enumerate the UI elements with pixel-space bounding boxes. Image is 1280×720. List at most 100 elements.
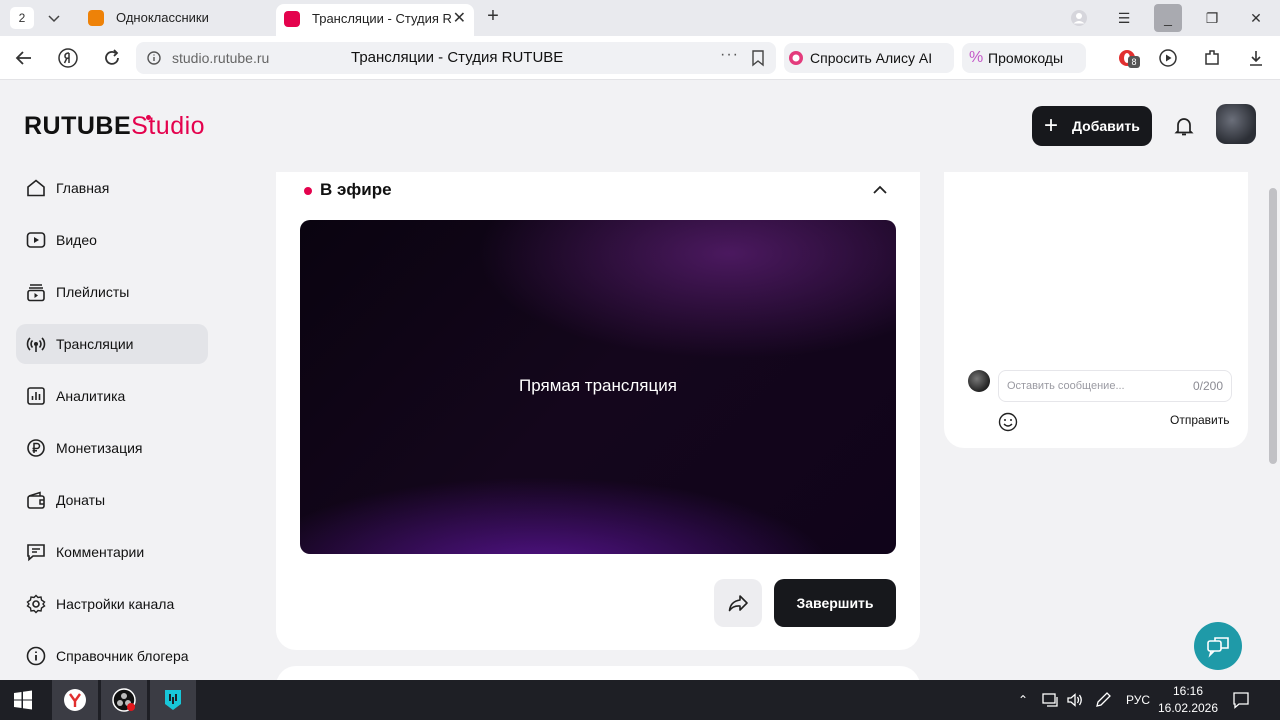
- windows-start-button[interactable]: [0, 680, 46, 720]
- info-icon: [26, 646, 46, 666]
- logo-dot: [146, 115, 151, 120]
- obs-icon: [112, 688, 136, 712]
- message-placeholder: Оставить сообщение...: [1007, 380, 1125, 392]
- sidebar-item-blogger-guide[interactable]: Справочник блогера: [16, 636, 208, 676]
- profile-icon[interactable]: [1070, 9, 1088, 27]
- yandex-browser-icon: [64, 689, 86, 711]
- next-card: [276, 666, 920, 680]
- sidebar-item-analytics[interactable]: Аналитика: [16, 376, 208, 416]
- add-label: Добавить: [1072, 118, 1140, 134]
- sidebar-item-label: Донаты: [56, 492, 106, 508]
- extension-badge: 8: [1128, 56, 1140, 68]
- promo-codes-label: Промокоды: [988, 50, 1064, 66]
- add-button[interactable]: + Добавить: [1032, 106, 1152, 146]
- volume-icon[interactable]: [1066, 692, 1084, 708]
- download-icon[interactable]: [1246, 48, 1266, 68]
- taskbar: ⌃ РУС 16:16 16.02.2026: [0, 680, 1280, 720]
- yandex-icon[interactable]: [56, 46, 80, 70]
- clock-date: 16.02.2026: [1157, 701, 1219, 715]
- playlist-icon: [27, 284, 45, 302]
- sidebar-item-donations[interactable]: Донаты: [16, 480, 208, 520]
- network-icon[interactable]: [1042, 692, 1060, 708]
- tab-odnoklassniki[interactable]: Одноклассники: [80, 4, 270, 32]
- studio-page: RUTUBE Studio + Добавить Главная Видео Пл…: [0, 80, 1280, 680]
- sidebar-item-home[interactable]: Главная: [16, 168, 208, 208]
- sidebar-item-translations[interactable]: Трансляции: [16, 324, 208, 364]
- analytics-icon: [27, 387, 45, 405]
- end-stream-button[interactable]: Завершить: [774, 579, 896, 627]
- promo-codes-button[interactable]: % Промокоды: [962, 43, 1086, 73]
- tab-count-button[interactable]: 2: [10, 7, 34, 29]
- message-input[interactable]: Оставить сообщение... 0/200: [998, 370, 1232, 402]
- url-text: studio.rutube.ru: [172, 50, 270, 66]
- sidebar-item-label: Настройки канала: [56, 596, 175, 612]
- taskbar-obs[interactable]: [101, 680, 147, 720]
- scrollbar-thumb[interactable]: [1269, 188, 1277, 464]
- live-card: В эфире Прямая трансляция Завершить: [276, 172, 920, 650]
- system-clock[interactable]: 16:16 16.02.2026: [1156, 683, 1220, 717]
- site-info-icon[interactable]: [146, 50, 162, 66]
- support-chat-button[interactable]: [1194, 622, 1242, 670]
- plus-icon: +: [1044, 112, 1059, 139]
- tab-label: Одноклассники: [116, 10, 209, 25]
- taskbar-app[interactable]: [150, 680, 196, 720]
- app-icon: [165, 690, 181, 710]
- chat-avatar: [968, 370, 990, 392]
- video-extension-icon[interactable]: [1158, 48, 1178, 68]
- alice-icon: [789, 51, 803, 65]
- sidebar-item-label: Монетизация: [56, 440, 143, 456]
- player-text: Прямая трансляция: [519, 376, 677, 395]
- sidebar-item-monetization[interactable]: Монетизация: [16, 428, 208, 468]
- input-language[interactable]: РУС: [1126, 680, 1150, 720]
- back-icon[interactable]: [12, 46, 36, 70]
- ask-alice-label: Спросить Алису AI: [810, 50, 933, 66]
- minimize-button[interactable]: _: [1154, 4, 1182, 32]
- tray-chevron-up-icon[interactable]: ⌃: [1018, 680, 1028, 720]
- bell-icon[interactable]: [1172, 114, 1196, 138]
- more-icon[interactable]: ···: [720, 46, 739, 64]
- ruble-icon: [27, 439, 45, 457]
- reload-icon[interactable]: [100, 46, 124, 70]
- chevron-down-icon[interactable]: [44, 8, 64, 28]
- video-player[interactable]: Прямая трансляция: [300, 220, 896, 554]
- char-counter: 0/200: [1192, 379, 1223, 393]
- emoji-icon[interactable]: [998, 412, 1018, 432]
- pen-icon[interactable]: [1094, 691, 1112, 709]
- sidebar-item-label: Справочник блогера: [56, 648, 189, 664]
- clock-time: 16:16: [1172, 684, 1204, 698]
- send-button[interactable]: Отправить: [1170, 413, 1230, 427]
- opera-extension-icon[interactable]: 8: [1118, 48, 1140, 68]
- chevron-up-icon[interactable]: [870, 180, 890, 200]
- sidebar-item-label: Комментарии: [56, 544, 145, 560]
- video-icon: [26, 232, 46, 248]
- logo-main: RUTUBE: [24, 112, 132, 140]
- tab-translations[interactable]: Трансляции - Студия R ✕: [276, 4, 474, 36]
- live-title: В эфире: [320, 180, 392, 199]
- notifications-icon[interactable]: [1232, 691, 1250, 709]
- avatar[interactable]: [1216, 104, 1256, 144]
- rutube-studio-logo[interactable]: RUTUBE Studio: [24, 112, 205, 141]
- chat-panel: Оставить сообщение... 0/200 Отправить: [944, 172, 1248, 448]
- sidebar-item-playlists[interactable]: Плейлисты: [16, 272, 208, 312]
- share-button[interactable]: [714, 579, 762, 627]
- taskbar-yandex-browser[interactable]: [52, 680, 98, 720]
- wallet-icon: [27, 491, 45, 509]
- close-tab-icon[interactable]: ✕: [453, 4, 466, 34]
- extensions-icon[interactable]: [1202, 48, 1222, 68]
- sidebar-item-channel-settings[interactable]: Настройки канала: [16, 584, 208, 624]
- restore-button[interactable]: ❐: [1198, 4, 1226, 32]
- ask-alice-button[interactable]: Спросить Алису AI: [784, 43, 954, 73]
- sidebar-item-comments[interactable]: Комментарии: [16, 532, 208, 572]
- percent-icon: %: [969, 49, 984, 66]
- browser-tab-bar: 2 Одноклассники Трансляции - Студия R ✕ …: [0, 0, 1280, 36]
- bookmark-icon[interactable]: [750, 49, 766, 67]
- address-bar-row: studio.rutube.ru Трансляции - Студия RUT…: [0, 36, 1280, 80]
- sidebar-item-label: Главная: [56, 180, 110, 196]
- new-tab-button[interactable]: +: [482, 6, 504, 28]
- close-window-button[interactable]: ✕: [1242, 4, 1270, 32]
- address-bar[interactable]: studio.rutube.ru Трансляции - Студия RUT…: [136, 42, 776, 74]
- page-scrollbar[interactable]: [1266, 80, 1280, 680]
- menu-icon[interactable]: ☰: [1110, 4, 1138, 32]
- sidebar-item-video[interactable]: Видео: [16, 220, 208, 260]
- rutube-studio-icon: [284, 10, 300, 27]
